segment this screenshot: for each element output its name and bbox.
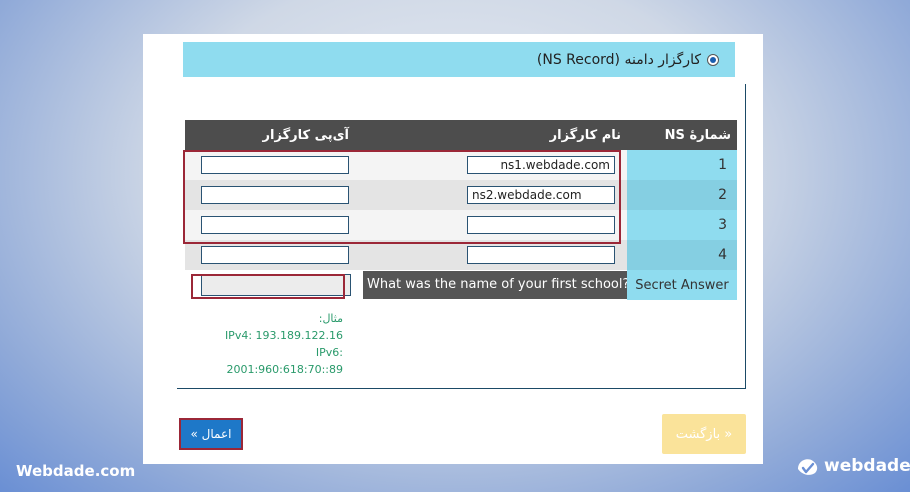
ns-record-radio[interactable] bbox=[707, 53, 719, 66]
secret-answer-input[interactable] bbox=[201, 274, 351, 296]
watermark-logo: webdade bbox=[795, 455, 910, 477]
ns-record-option[interactable]: کارگزار دامنه (NS Record) bbox=[183, 42, 735, 77]
apply-button[interactable]: اعمال » bbox=[179, 418, 243, 450]
ns4-name-input[interactable] bbox=[467, 246, 615, 264]
ns3-ip-input[interactable] bbox=[201, 216, 349, 234]
ns1-ip-input[interactable] bbox=[201, 156, 349, 174]
ns1-number: 1 bbox=[627, 150, 737, 180]
radio-selected-dot bbox=[710, 56, 716, 63]
ns-table: آی‌پی کارگزار نام کارگزار شمارهٔ NS ns1.… bbox=[185, 120, 737, 300]
table-row: ns2.webdade.com 2 bbox=[185, 180, 737, 210]
header-server-ip: آی‌پی کارگزار bbox=[185, 120, 355, 150]
table-row: 4 bbox=[185, 240, 737, 270]
ns1-name-input[interactable]: ns1.webdade.com bbox=[467, 156, 615, 174]
header-server-name: نام کارگزار bbox=[355, 120, 627, 150]
secret-row: What was the name of your first school? … bbox=[185, 270, 737, 300]
ns3-name-input[interactable] bbox=[467, 216, 615, 234]
dns-settings-panel: کارگزار دامنه (NS Record) آی‌پی کارگزار … bbox=[143, 34, 763, 464]
ns4-number: 4 bbox=[627, 240, 737, 270]
ns3-number: 3 bbox=[627, 210, 737, 240]
ns2-number: 2 bbox=[627, 180, 737, 210]
ns4-ip-input[interactable] bbox=[201, 246, 349, 264]
table-row: 3 bbox=[185, 210, 737, 240]
watermark-brand: webdade bbox=[824, 456, 910, 476]
back-button[interactable]: « بازگشت bbox=[662, 414, 746, 454]
ns2-ip-input[interactable] bbox=[201, 186, 349, 204]
examples-title: مثال: bbox=[318, 312, 343, 325]
table-row: ns1.webdade.com 1 bbox=[185, 150, 737, 180]
example-ipv4: IPv4: 193.189.122.16 bbox=[224, 329, 343, 342]
ns-record-option-label: کارگزار دامنه (NS Record) bbox=[536, 51, 701, 68]
secret-answer-label: Secret Answer bbox=[627, 270, 737, 300]
ns2-name-input[interactable]: ns2.webdade.com bbox=[467, 186, 615, 204]
secret-question: What was the name of your first school? bbox=[363, 271, 627, 299]
example-ipv6: IPv6: 2001:960:618:70::89 bbox=[226, 346, 343, 376]
ns-table-header: آی‌پی کارگزار نام کارگزار شمارهٔ NS bbox=[185, 120, 737, 150]
watermark-site-name: Webdade.com bbox=[16, 462, 136, 480]
header-ns-number: شمارهٔ NS bbox=[627, 120, 737, 150]
ip-examples: مثال: IPv4: 193.189.122.16 IPv6: 2001:96… bbox=[203, 310, 343, 378]
webdade-logo-icon bbox=[798, 459, 818, 475]
